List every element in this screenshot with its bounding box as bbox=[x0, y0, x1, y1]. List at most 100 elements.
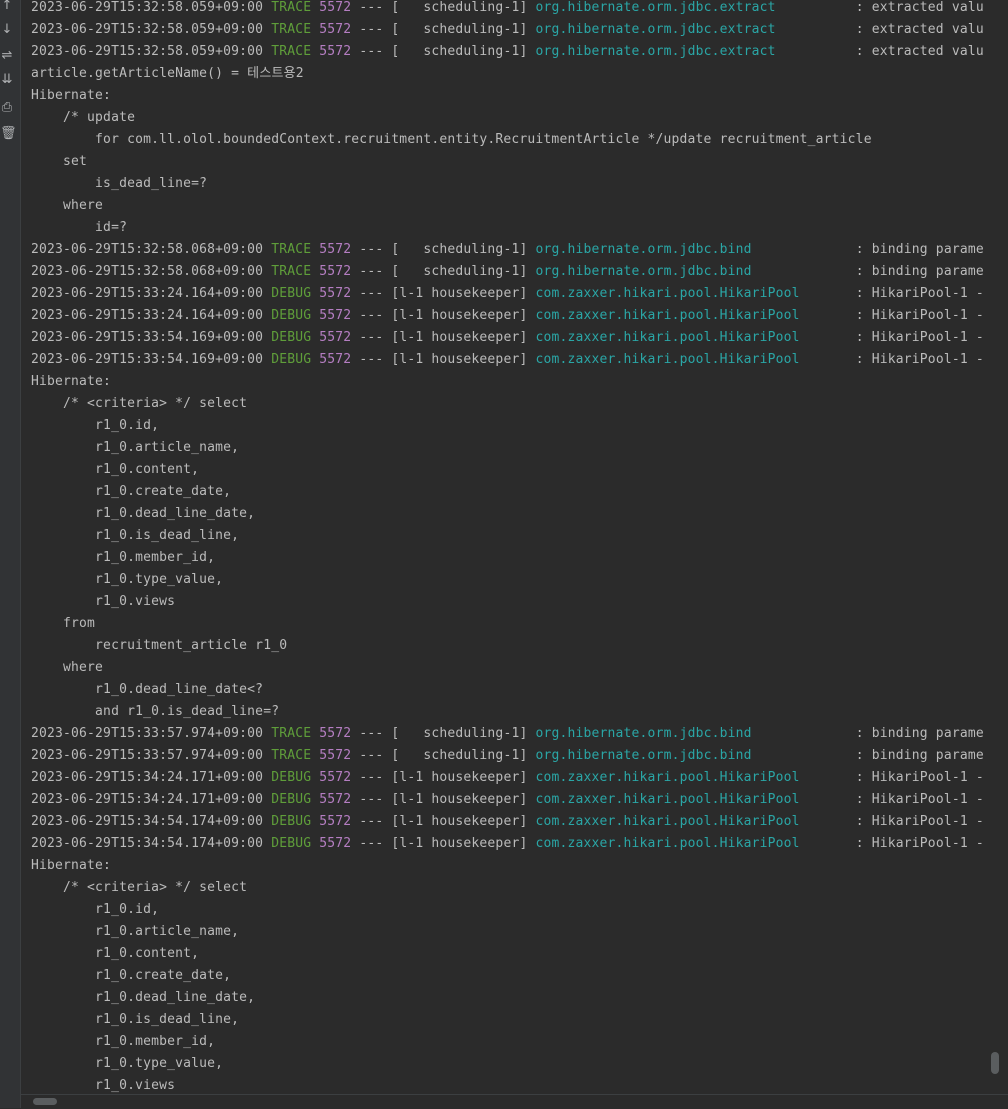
log-line: 2023-06-29T15:34:54.174+09:00 DEBUG 5572… bbox=[31, 811, 984, 833]
log-thread: --- [l-1 housekeeper] bbox=[351, 792, 536, 807]
log-lines: 2023-06-29T15:32:58.059+09:00 TRACE 5572… bbox=[31, 0, 984, 1094]
scroll-to-end-icon[interactable]: ⇊ bbox=[0, 71, 14, 89]
log-line: r1_0.dead_line_date, bbox=[31, 987, 984, 1009]
log-pid: 5572 bbox=[319, 748, 352, 763]
log-thread: --- [ scheduling-1] bbox=[351, 22, 536, 37]
log-level: DEBUG bbox=[271, 836, 312, 851]
log-line: 2023-06-29T15:33:24.164+09:00 DEBUG 5572… bbox=[31, 305, 984, 327]
horizontal-scrollbar-thumb[interactable] bbox=[33, 1098, 57, 1105]
log-line: /* update bbox=[31, 107, 984, 129]
scroll-down-icon[interactable]: ↓ bbox=[0, 21, 14, 39]
log-text: r1_0.id, bbox=[31, 418, 160, 433]
log-level: TRACE bbox=[271, 0, 312, 15]
log-text: r1_0.article_name, bbox=[31, 924, 240, 939]
log-text: r1_0.create_date, bbox=[31, 968, 232, 983]
log-level: TRACE bbox=[271, 748, 312, 763]
log-text: from bbox=[31, 616, 96, 631]
log-timestamp: 2023-06-29T15:32:58.059+09:00 bbox=[31, 0, 264, 15]
log-level: TRACE bbox=[271, 264, 312, 279]
log-text: r1_0.content, bbox=[31, 462, 200, 477]
console-toolbar: ↑ ↓ ⇌ ⇊ ⎙ 🗑 bbox=[0, 0, 21, 1108]
log-logger: com.zaxxer.hikari.pool.HikariPool bbox=[535, 330, 800, 345]
log-thread: --- [l-1 housekeeper] bbox=[351, 308, 536, 323]
log-line: 2023-06-29T15:33:57.974+09:00 TRACE 5572… bbox=[31, 745, 984, 767]
log-text: recruitment_article r1_0 bbox=[31, 638, 288, 653]
log-thread: --- [ scheduling-1] bbox=[351, 264, 536, 279]
log-logger: com.zaxxer.hikari.pool.HikariPool bbox=[535, 792, 800, 807]
log-message: : binding parame bbox=[751, 264, 984, 279]
log-line: r1_0.is_dead_line, bbox=[31, 1009, 984, 1031]
log-level: TRACE bbox=[271, 242, 312, 257]
clear-all-icon[interactable]: 🗑 bbox=[0, 125, 17, 143]
log-line: is_dead_line=? bbox=[31, 173, 984, 195]
log-thread: --- [ scheduling-1] bbox=[351, 44, 536, 59]
log-line: r1_0.create_date, bbox=[31, 481, 984, 503]
log-logger: com.zaxxer.hikari.pool.HikariPool bbox=[535, 352, 800, 367]
log-pid: 5572 bbox=[319, 770, 352, 785]
log-line: r1_0.content, bbox=[31, 459, 984, 481]
console-output[interactable]: 2023-06-29T15:32:58.059+09:00 TRACE 5572… bbox=[21, 0, 987, 1094]
log-line: /* <criteria> */ select bbox=[31, 393, 984, 415]
log-pid: 5572 bbox=[319, 814, 352, 829]
log-text: r1_0.article_name, bbox=[31, 440, 240, 455]
scroll-up-icon[interactable]: ↑ bbox=[0, 0, 14, 15]
log-timestamp: 2023-06-29T15:33:54.169+09:00 bbox=[31, 352, 264, 367]
log-text: Hibernate: bbox=[31, 858, 112, 873]
log-logger: org.hibernate.orm.jdbc.extract bbox=[535, 0, 776, 15]
log-text: where bbox=[31, 660, 104, 675]
log-text: r1_0.member_id, bbox=[31, 1034, 216, 1049]
log-line: 2023-06-29T15:34:24.171+09:00 DEBUG 5572… bbox=[31, 767, 984, 789]
log-line: r1_0.article_name, bbox=[31, 921, 984, 943]
log-text: r1_0.dead_line_date, bbox=[31, 990, 256, 1005]
log-message: : HikariPool-1 - bbox=[799, 330, 984, 345]
log-text: r1_0.type_value, bbox=[31, 1056, 224, 1071]
log-message: : extracted valu bbox=[775, 0, 984, 15]
log-line: r1_0.id, bbox=[31, 415, 984, 437]
log-message: : HikariPool-1 - bbox=[799, 352, 984, 367]
log-text: is_dead_line=? bbox=[31, 176, 208, 191]
log-level: DEBUG bbox=[271, 792, 312, 807]
vertical-scrollbar[interactable] bbox=[987, 0, 1008, 1094]
vertical-scrollbar-thumb[interactable] bbox=[991, 1052, 999, 1074]
log-line: 2023-06-29T15:33:57.974+09:00 TRACE 5572… bbox=[31, 723, 984, 745]
log-thread: --- [ scheduling-1] bbox=[351, 0, 536, 15]
log-pid: 5572 bbox=[319, 330, 352, 345]
horizontal-scrollbar[interactable] bbox=[21, 1094, 1008, 1109]
log-pid: 5572 bbox=[319, 836, 352, 851]
log-pid: 5572 bbox=[319, 0, 352, 15]
log-message: : HikariPool-1 - bbox=[799, 814, 984, 829]
log-line: r1_0.is_dead_line, bbox=[31, 525, 984, 547]
log-level: DEBUG bbox=[271, 330, 312, 345]
log-line: 2023-06-29T15:33:24.164+09:00 DEBUG 5572… bbox=[31, 283, 984, 305]
log-line: r1_0.views bbox=[31, 591, 984, 613]
log-text: r1_0.id, bbox=[31, 902, 160, 917]
log-line: r1_0.dead_line_date<? bbox=[31, 679, 984, 701]
log-line: 2023-06-29T15:32:58.068+09:00 TRACE 5572… bbox=[31, 261, 984, 283]
log-line: Hibernate: bbox=[31, 371, 984, 393]
print-icon[interactable]: ⎙ bbox=[0, 99, 14, 117]
log-line: 2023-06-29T15:32:58.059+09:00 TRACE 5572… bbox=[31, 41, 984, 63]
log-level: DEBUG bbox=[271, 352, 312, 367]
log-message: : binding parame bbox=[751, 748, 984, 763]
log-pid: 5572 bbox=[319, 286, 352, 301]
log-line: recruitment_article r1_0 bbox=[31, 635, 984, 657]
log-pid: 5572 bbox=[319, 792, 352, 807]
log-text: /* update bbox=[31, 110, 136, 125]
log-line: set bbox=[31, 151, 984, 173]
log-logger: com.zaxxer.hikari.pool.HikariPool bbox=[535, 836, 800, 851]
log-text: Hibernate: bbox=[31, 88, 112, 103]
log-level: TRACE bbox=[271, 726, 312, 741]
log-line: 2023-06-29T15:34:54.174+09:00 DEBUG 5572… bbox=[31, 833, 984, 855]
soft-wrap-icon[interactable]: ⇌ bbox=[0, 47, 14, 65]
log-line: r1_0.article_name, bbox=[31, 437, 984, 459]
log-timestamp: 2023-06-29T15:34:24.171+09:00 bbox=[31, 792, 264, 807]
log-line: where bbox=[31, 195, 984, 217]
log-line: r1_0.id, bbox=[31, 899, 984, 921]
log-message: : binding parame bbox=[751, 242, 984, 257]
log-timestamp: 2023-06-29T15:34:24.171+09:00 bbox=[31, 770, 264, 785]
log-line: 2023-06-29T15:32:58.059+09:00 TRACE 5572… bbox=[31, 0, 984, 19]
log-thread: --- [l-1 housekeeper] bbox=[351, 814, 536, 829]
log-line: 2023-06-29T15:33:54.169+09:00 DEBUG 5572… bbox=[31, 327, 984, 349]
log-pid: 5572 bbox=[319, 44, 352, 59]
log-text: r1_0.dead_line_date<? bbox=[31, 682, 264, 697]
